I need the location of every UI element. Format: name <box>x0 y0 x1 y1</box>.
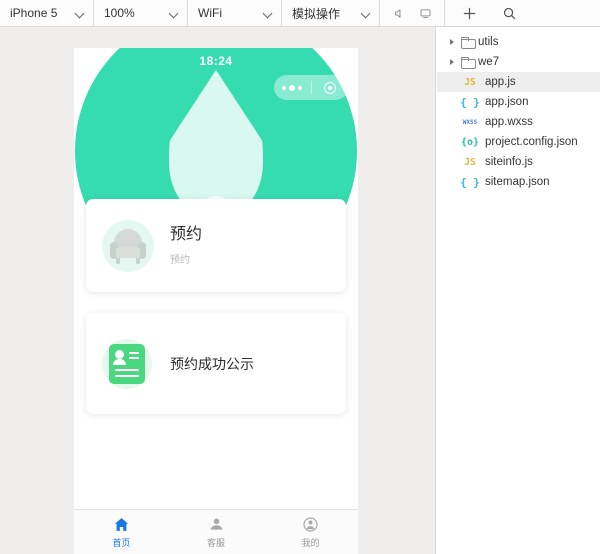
screen-icon[interactable] <box>412 0 438 26</box>
tree-item-project-config-json[interactable]: {o} project.config.json <box>437 132 600 152</box>
tree-item-app-wxss[interactable]: WXSS app.wxss <box>437 112 600 132</box>
config-file-icon: {o} <box>460 136 480 148</box>
chevron-right-icon[interactable] <box>447 56 459 68</box>
card-reserve-text: 预约 预约 <box>170 225 202 266</box>
tree-item-app-js[interactable]: JS app.js <box>437 72 600 92</box>
simulator-area: 18:24 预约 预约 预约成功公示 首页 客服 我的 <box>0 27 436 554</box>
simulate-action-value: 模拟操作 <box>292 6 341 21</box>
status-bar-time: 18:24 <box>199 54 233 68</box>
target-circle-icon[interactable] <box>312 81 349 94</box>
tab-mine-label: 我的 <box>301 537 320 548</box>
user-icon <box>303 516 318 532</box>
chevron-down-icon <box>264 9 273 18</box>
folder-icon <box>461 57 476 69</box>
card-reserve-title: 预约 <box>170 226 203 243</box>
tree-item-app-json[interactable]: { } app.json <box>437 92 600 112</box>
tree-item-we7[interactable]: we7 <box>437 52 600 72</box>
armchair-icon <box>102 219 154 272</box>
tree-item-label: app.js <box>485 76 516 88</box>
chevron-right-icon[interactable] <box>447 36 459 48</box>
tree-item-label: app.wxss <box>485 116 533 128</box>
wxss-file-icon: WXSS <box>462 118 478 126</box>
file-explorer: utils we7 JS app.js { } app.json WXSS ap… <box>437 27 600 554</box>
device-select[interactable]: iPhone 5 <box>0 0 94 26</box>
tab-service-label: 客服 <box>207 537 226 548</box>
toolbar-icon-group <box>380 0 445 26</box>
network-select[interactable]: WiFi <box>188 0 282 26</box>
chevron-down-icon <box>362 9 371 18</box>
mute-icon[interactable] <box>386 0 412 26</box>
tree-item-label: siteinfo.js <box>485 156 533 168</box>
card-reserve[interactable]: 预约 预约 <box>86 199 346 292</box>
tree-item-label: app.json <box>485 96 529 108</box>
zoom-select[interactable]: 100% <box>94 0 188 26</box>
search-icon[interactable] <box>499 3 519 23</box>
tree-item-label: sitemap.json <box>485 176 550 188</box>
plus-icon[interactable] <box>459 3 479 23</box>
phone-preview: 18:24 预约 预约 预约成功公示 首页 客服 我的 <box>74 48 358 554</box>
device-select-value: iPhone 5 <box>10 6 58 20</box>
chevron-down-icon <box>170 9 179 18</box>
wechat-devtools-window: iPhone 5 100% WiFi 模拟操作 18:24 预约 预约 预约成功… <box>0 0 600 554</box>
tree-item-label: utils <box>478 36 499 48</box>
tab-service[interactable]: 客服 <box>169 510 264 554</box>
tree-item-label: project.config.json <box>485 136 578 148</box>
toolbar-right-actions <box>445 0 600 26</box>
wechat-capsule-bar <box>274 75 348 100</box>
js-file-icon: JS <box>464 76 476 88</box>
tree-item-utils[interactable]: utils <box>437 32 600 52</box>
card-reserve-subtitle: 预约 <box>170 255 190 266</box>
watermark-text: 百家号·好旅程分享 <box>495 531 592 543</box>
bottom-tabbar: 首页 客服 我的 <box>74 509 358 554</box>
tree-item-siteinfo-js[interactable]: JS siteinfo.js <box>437 152 600 172</box>
service-icon <box>210 518 222 530</box>
js-file-icon: JS <box>464 156 476 168</box>
tree-item-label: we7 <box>478 56 500 68</box>
more-dots-icon[interactable] <box>274 84 311 91</box>
json-file-icon: { } <box>460 95 480 109</box>
folder-icon <box>461 37 476 49</box>
tab-home-label: 首页 <box>112 537 131 548</box>
simulator-toolbar: iPhone 5 100% WiFi 模拟操作 <box>0 0 600 27</box>
network-select-value: WiFi <box>198 6 222 20</box>
card-notice[interactable]: 预约成功公示 <box>86 313 346 414</box>
home-icon <box>114 517 128 531</box>
tab-mine[interactable]: 我的 <box>263 510 358 554</box>
zoom-select-value: 100% <box>104 6 135 20</box>
tab-home[interactable]: 首页 <box>74 510 169 554</box>
tree-item-sitemap-json[interactable]: { } sitemap.json <box>437 172 600 192</box>
chevron-down-icon <box>76 9 85 18</box>
id-document-icon <box>102 338 152 389</box>
simulate-action-select[interactable]: 模拟操作 <box>282 0 380 26</box>
card-notice-title: 预约成功公示 <box>170 355 254 372</box>
json-file-icon: { } <box>460 175 480 189</box>
